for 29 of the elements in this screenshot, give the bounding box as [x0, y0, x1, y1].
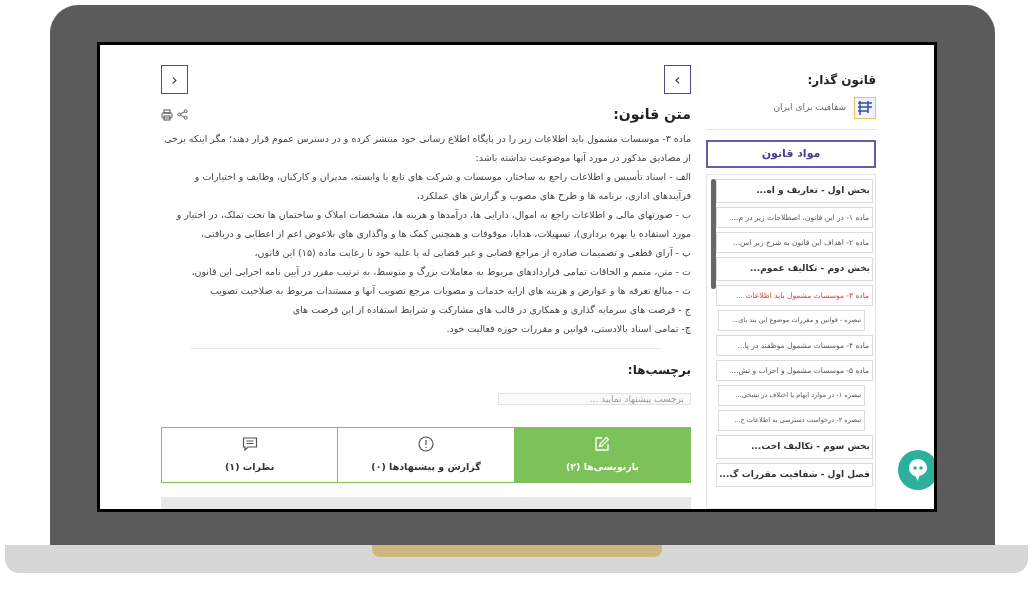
section-item[interactable]: بخش دوم - تکالیف عموم...	[716, 257, 873, 281]
chat-button[interactable]	[898, 450, 934, 490]
comment-icon	[241, 436, 258, 453]
tags-title: برچسب‌ها:	[626, 361, 691, 379]
section-item[interactable]: فصل اول - شفافیت مقررات گ...	[716, 463, 873, 487]
law-paragraph: ت - متن، متمم و الحاقات تمامی قراردادهای مربوط به معاملات بزرگ و متوسط، به ترتیب مقرر در آیین نامه اجرایی این قانون،	[190, 265, 691, 280]
print-icon[interactable]	[161, 108, 173, 121]
law-paragraph: ث - مبالغ تعرفه ها و عوارض و هزینه های ارایه خدمات و مصوبات مرجع تصویب آنها و مستندات مربوط به صلاحیت تصویب	[209, 284, 691, 298]
scrollbar-thumb[interactable]	[711, 179, 716, 289]
section-title: متن قانون:	[613, 105, 691, 125]
exclamation-circle-icon	[418, 436, 434, 453]
law-paragraph: ج - فرصت های سرمایه گذاری و همکاری در قالب های مشارکت و شرایط استفاده از این فرصت های	[291, 303, 691, 318]
organization-logo	[854, 97, 876, 119]
section-item[interactable]: بخش اول - تعاریف و اه...	[716, 179, 873, 203]
edit-icon	[594, 436, 611, 453]
law-paragraph: پ - آرای قطعی و تصمیمات صادره از مراجع قضایی و غیر قضایی له یا علیه خود با رعایت ماده (۱۵) این قانون،	[253, 246, 691, 260]
chat-face-icon	[908, 458, 928, 482]
law-paragraph: چ- تمامی اسناد بالادستی، قوانین و مقررات حوزه فعالیت خود.	[445, 322, 691, 336]
law-paragraph: ماده ۳- موسسات مشمول باید اطلاعات زیر را در پایگاه اطلاع رسانی خود منتشر کرده و در دسترس عموم قرار دهند؛ مگر اینکه برخی از مصادیق مذکور در مورد آنها موضوعیت نداشته باشد:	[163, 132, 691, 165]
share-icon[interactable]	[177, 109, 188, 120]
lawmaker-label: قانون گذار:	[806, 72, 876, 89]
next-button[interactable]: ›	[664, 65, 691, 94]
law-paragraph: ب - صورتهای مالی و اطلاعات راجع به اموال، دارایی ها، درآمدها و هزینه ها، مشخصات املاک و ساختمان ها تحت تملک، در اختیار و مورد استفاده یا بهره برداری)، تسهیلات، هدایا، موقوفات و همچنین کمک ها و واگذاری های بلاعوض اعم از اعطایی و دریافتی،	[175, 208, 691, 241]
lawmaker-name: شفافیت برای ایران	[773, 101, 846, 115]
law-articles-button[interactable]: مواد قانون	[706, 140, 876, 168]
previous-button[interactable]: ‹	[161, 65, 188, 94]
tag-input-field[interactable]: برچسب پیشنهاد نمایید ...	[498, 392, 691, 406]
law-paragraph: الف - اسناد تأسیس و اطلاعات راجع به ساختار، موسسات و شرکت های تابع یا وابسته، مدیران و کارکنان، وظایف و اختیارات و فرآیندهای اداری، برنامه ها و طرح های مصوب و گزارش های عملکرد،	[193, 169, 691, 203]
section-item[interactable]: بخش سوم - تکالیف اخت...	[716, 435, 873, 459]
